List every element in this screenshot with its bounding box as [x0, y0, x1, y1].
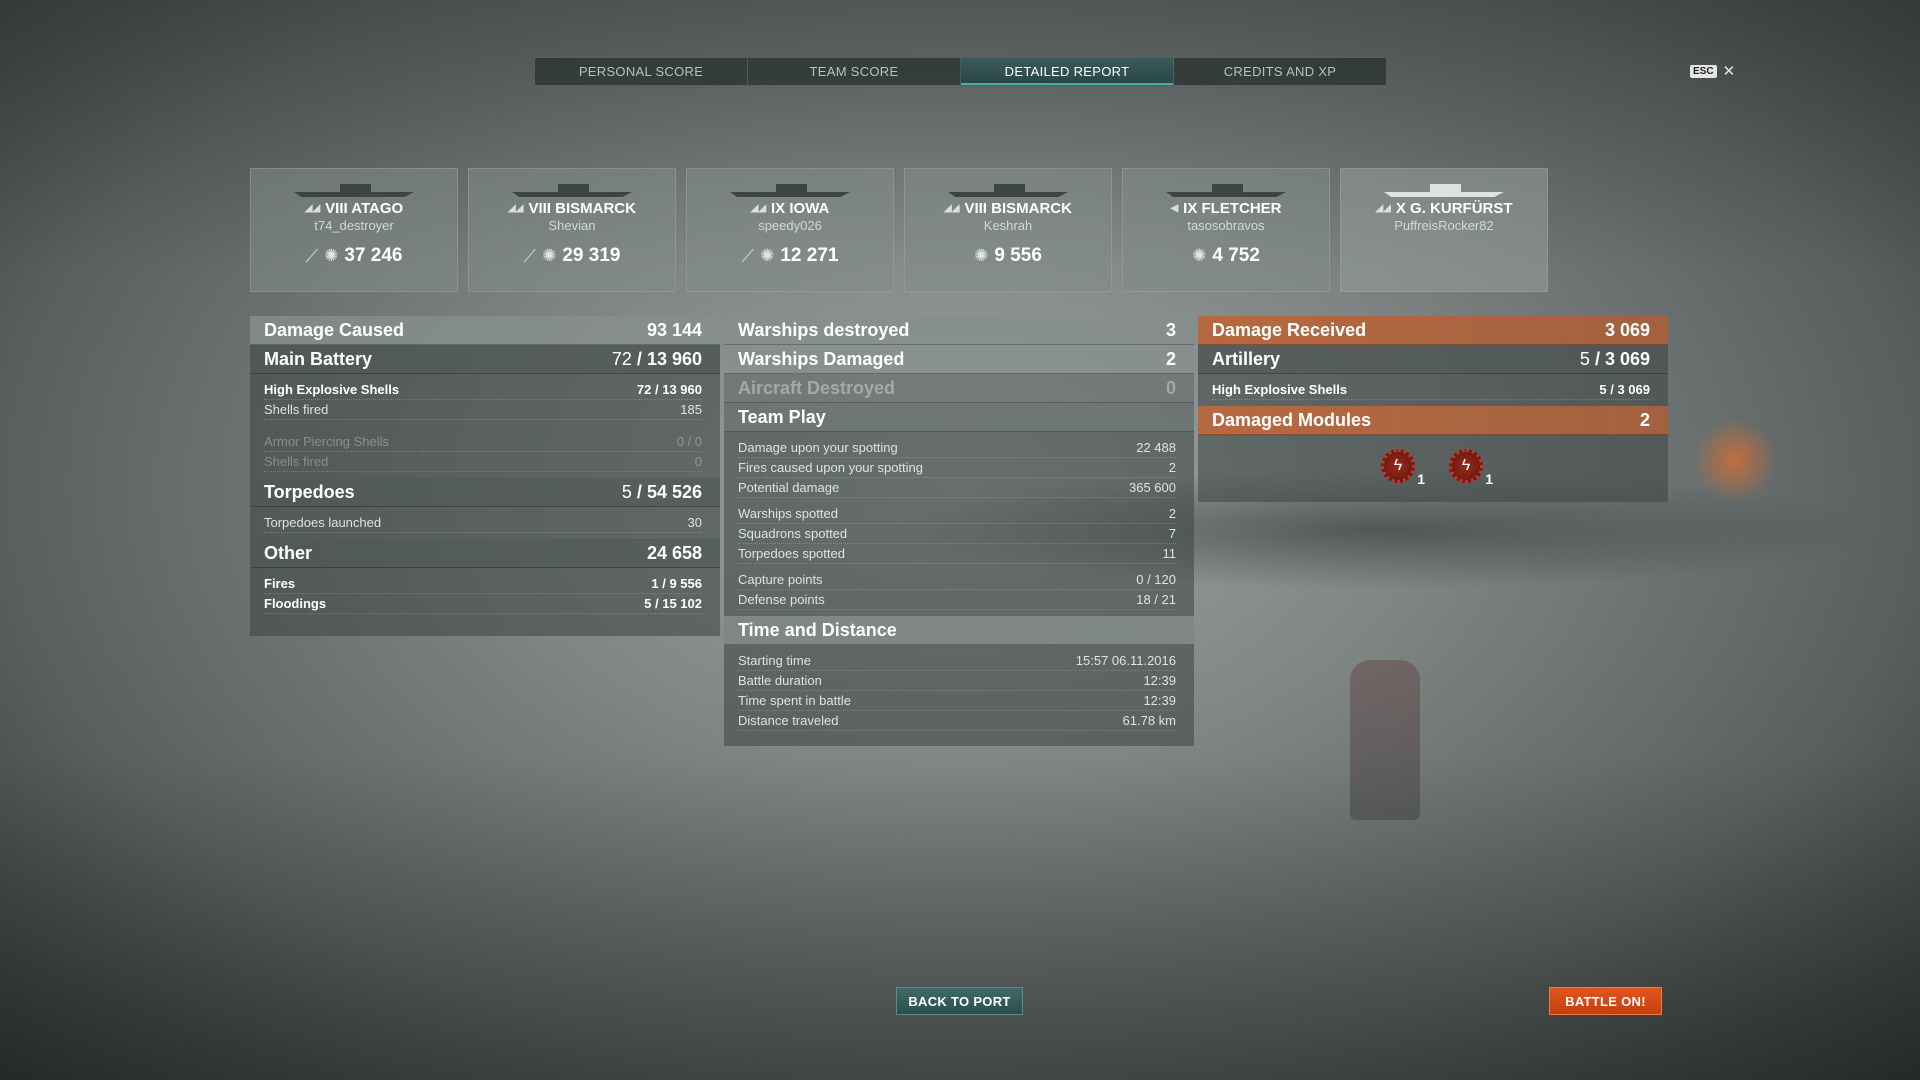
ship-silhouette-icon [294, 183, 414, 197]
damage-caused-panel: Damage Caused 93 144 Main Battery 72 / 1… [250, 316, 720, 636]
ship-silhouette-icon [948, 183, 1068, 197]
damaged-module: ϟ 1 [1445, 447, 1493, 487]
esc-key-badge: ESC [1690, 64, 1717, 78]
damaged-module-icon: ϟ [1381, 449, 1415, 483]
damage-received-panel: Damage Received 3 069 Artillery 5 / 3 06… [1198, 316, 1668, 502]
damage-burst-icon: ✺ [974, 246, 989, 265]
damage-burst-icon: ✺ [324, 246, 339, 265]
player-name: PuffreisRocker82 [1394, 218, 1494, 233]
ship-damage: 29 319 [562, 245, 621, 266]
damaged-module: ϟ 1 [1377, 447, 1425, 487]
fires-row: Fires 1 / 9 556 [264, 574, 702, 594]
damaged-modules-header: Damaged Modules 2 [1198, 406, 1668, 435]
ship-card[interactable]: ◢◢ IX IOWA speedy026 ⟋ ✺ 12 271 [686, 168, 894, 292]
back-to-port-button[interactable]: BACK TO PORT [896, 987, 1023, 1015]
ship-card[interactable]: ◀ IX FLETCHER tasosobravos ✺ 4 752 [1122, 168, 1330, 292]
team-play-row: Damage upon your spotting 22 488 [738, 438, 1176, 458]
ship-name: VIII BISMARCK [528, 200, 636, 217]
ship-silhouette-icon [512, 183, 632, 197]
he-shells-row: High Explosive Shells 72 / 13 960 [264, 380, 702, 400]
he-shells-fired-row: Shells fired 185 [264, 400, 702, 420]
warships-destroyed-row: Warships destroyed 3 [724, 316, 1194, 345]
player-name: Keshrah [983, 218, 1033, 233]
other-header: Other 24 658 [250, 539, 720, 568]
team-play-row: Warships spotted 2 [738, 504, 1176, 524]
damage-burst-icon: ✺ [1192, 246, 1207, 265]
tab-personal-score[interactable]: PERSONAL SCORE [535, 58, 748, 85]
ship-damage: 4 752 [1212, 245, 1260, 266]
floodings-row: Floodings 5 / 15 102 [264, 594, 702, 614]
aircraft-destroyed-row: Aircraft Destroyed 0 [724, 374, 1194, 403]
ship-card[interactable]: ◢◢ VIII ATAGO t74_destroyer ⟋ ✺ 37 246 [250, 168, 458, 292]
team-play-row: Fires caused upon your spotting 2 [738, 458, 1176, 478]
ship-card[interactable]: ◢◢ VIII BISMARCK Shevian ⟋ ✺ 29 319 [468, 168, 676, 292]
damaged-modules-list: ϟ 1 ϟ 1 [1198, 435, 1668, 497]
damage-burst-icon: ✺ [542, 246, 557, 265]
tab-detailed-report[interactable]: DETAILED REPORT [961, 58, 1174, 85]
ship-class-icon: ◢◢ [508, 203, 524, 214]
ap-shells-row: Armor Piercing Shells 0 / 0 [264, 432, 702, 452]
ship-damage: 37 246 [344, 245, 403, 266]
ship-silhouette-icon [1384, 183, 1504, 197]
team-play-row: Torpedoes spotted 11 [738, 544, 1176, 564]
ship-name: X G. KURFÜRST [1395, 200, 1513, 217]
battle-on-button[interactable]: BATTLE ON! [1549, 987, 1662, 1015]
tab-bar: PERSONAL SCORE TEAM SCORE DETAILED REPOR… [534, 57, 1387, 86]
player-name: t74_destroyer [314, 218, 394, 233]
ship-cards: ◢◢ VIII ATAGO t74_destroyer ⟋ ✺ 37 246 ◢◢… [250, 168, 1548, 292]
ship-name: VIII BISMARCK [964, 200, 1072, 217]
team-play-row: Squadrons spotted 7 [738, 524, 1176, 544]
ship-name: IX IOWA [771, 200, 830, 217]
ship-class-icon: ◀ [1170, 203, 1179, 214]
ship-class-icon: ◢◢ [304, 203, 321, 214]
ship-class-icon: ◢◢ [750, 203, 767, 214]
torpedo-ribbon-icon: ⟋ [523, 245, 537, 266]
team-play-row: Capture points 0 / 120 [738, 570, 1176, 590]
combat-summary-panel: Warships destroyed 3 Warships Damaged 2 … [724, 316, 1194, 746]
torpedo-ribbon-icon: ⟋ [305, 245, 319, 266]
player-name: speedy026 [758, 218, 822, 233]
ship-class-icon: ◢◢ [944, 203, 960, 214]
time-row: Battle duration 12:39 [738, 671, 1176, 691]
damage-burst-icon: ✺ [760, 246, 775, 265]
background-buoy [1350, 660, 1420, 820]
ship-silhouette-icon [730, 183, 850, 197]
tab-team-score[interactable]: TEAM SCORE [748, 58, 961, 85]
team-play-row: Defense points 18 / 21 [738, 590, 1176, 610]
ship-damage: 9 556 [994, 245, 1042, 266]
ship-card[interactable]: ◢◢ VIII BISMARCK Keshrah ✺ 9 556 [904, 168, 1112, 292]
ship-silhouette-icon [1166, 183, 1286, 197]
time-row: Time spent in battle 12:39 [738, 691, 1176, 711]
torpedoes-launched-row: Torpedoes launched 30 [264, 513, 702, 533]
time-distance-header: Time and Distance [724, 616, 1194, 645]
ship-name: VIII ATAGO [325, 200, 404, 217]
background-fire [1690, 420, 1780, 500]
damaged-module-icon: ϟ [1449, 449, 1483, 483]
damage-received-header: Damage Received 3 069 [1198, 316, 1668, 345]
player-name: Shevian [548, 218, 596, 233]
damage-caused-header: Damage Caused 93 144 [250, 316, 720, 345]
torpedoes-header: Torpedoes 5 / 54 526 [250, 478, 720, 507]
team-play-header: Team Play [724, 403, 1194, 432]
ship-name: IX FLETCHER [1183, 200, 1282, 217]
ship-class-icon: ◢◢ [1375, 203, 1391, 214]
artillery-header: Artillery 5 / 3 069 [1198, 345, 1668, 374]
close-icon[interactable]: ✕ [1723, 62, 1736, 80]
esc-close-button[interactable]: ESC ✕ [1690, 62, 1735, 80]
time-row: Distance traveled 61.78 km [738, 711, 1176, 731]
received-he-row: High Explosive Shells 5 / 3 069 [1212, 380, 1650, 400]
torpedo-ribbon-icon: ⟋ [741, 245, 755, 266]
ap-shells-fired-row: Shells fired 0 [264, 452, 702, 472]
team-play-row: Potential damage 365 600 [738, 478, 1176, 498]
player-name: tasosobravos [1187, 218, 1265, 233]
warships-damaged-row: Warships Damaged 2 [724, 345, 1194, 374]
tab-credits-and-xp[interactable]: CREDITS AND XP [1174, 58, 1386, 85]
ship-card-self[interactable]: ◢◢ X G. KURFÜRST PuffreisRocker82 [1340, 168, 1548, 292]
time-row: Starting time 15:57 06.11.2016 [738, 651, 1176, 671]
main-battery-header: Main Battery 72 / 13 960 [250, 345, 720, 374]
ship-damage: 12 271 [780, 245, 839, 266]
